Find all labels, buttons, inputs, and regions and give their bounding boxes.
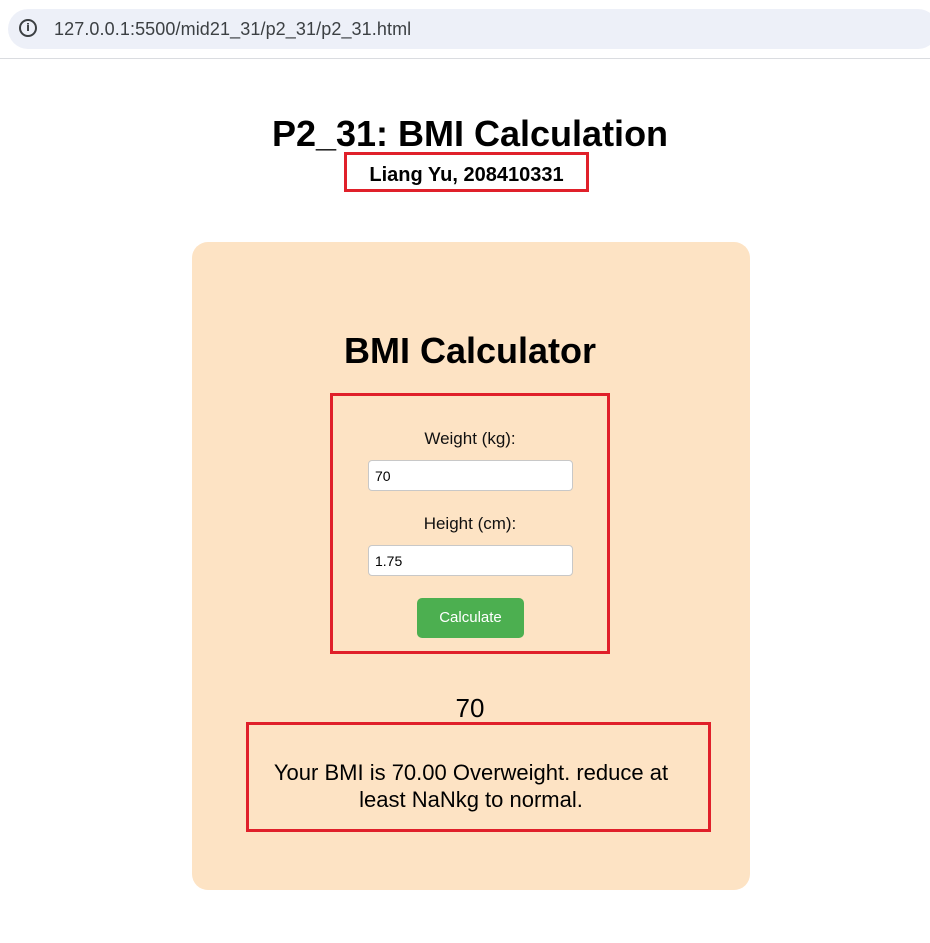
url-text[interactable]: 127.0.0.1:5500/mid21_31/p2_31/p2_31.html xyxy=(54,19,411,40)
height-label: Height (cm): xyxy=(423,514,517,533)
height-input[interactable] xyxy=(368,545,573,576)
weight-label: Weight (kg): xyxy=(424,429,516,448)
calculator-title: BMI Calculator xyxy=(343,330,597,371)
result-message: Your BMI is 70.00 Overweight. reduce at … xyxy=(273,760,669,812)
site-info-icon[interactable]: i xyxy=(19,19,37,37)
page-title: P2_31: BMI Calculation xyxy=(271,113,669,154)
author-label: Liang Yu, 208410331 xyxy=(369,164,564,186)
calculate-button[interactable]: Calculate xyxy=(417,598,524,638)
weight-input[interactable] xyxy=(368,460,573,491)
result-number: 70 xyxy=(455,693,485,723)
browser-toolbar: i 127.0.0.1:5500/mid21_31/p2_31/p2_31.ht… xyxy=(0,0,930,59)
